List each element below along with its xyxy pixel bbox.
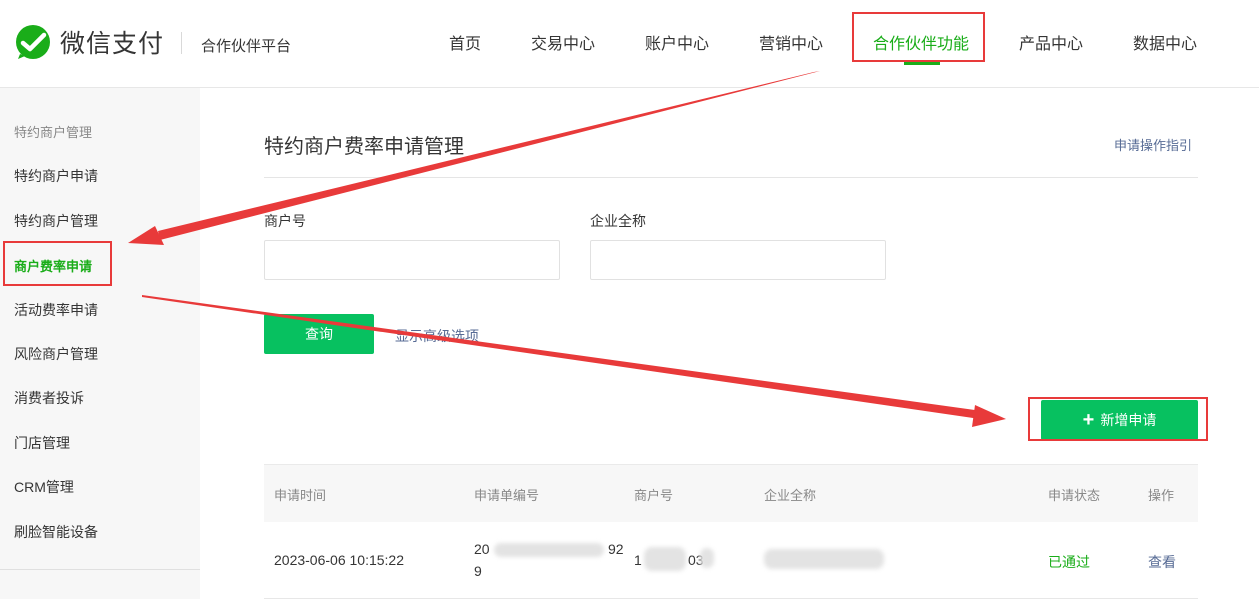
company-name-label: 企业全称 xyxy=(590,213,646,229)
brand-name: 微信支付 xyxy=(60,30,165,58)
redacted-merchant-id xyxy=(644,547,686,571)
arrow-to-sidebar xyxy=(158,71,820,240)
nav-home[interactable]: 首页 xyxy=(449,30,481,54)
advanced-options-link[interactable]: 显示高级选项 xyxy=(395,326,479,346)
sidebar-item-merchant-apply[interactable]: 特约商户申请 xyxy=(14,166,98,186)
highlight-fee-rate-apply xyxy=(3,241,112,286)
page-title: 特约商户费率申请管理 xyxy=(264,136,464,158)
col-order-no: 申请单编号 xyxy=(474,488,540,503)
redacted-company-name xyxy=(764,549,884,569)
sidebar-item-consumer-complaint[interactable]: 消费者投诉 xyxy=(14,388,84,408)
wechat-pay-logo[interactable]: 微信支付 xyxy=(14,24,164,60)
view-link[interactable]: 查看 xyxy=(1148,552,1176,572)
col-apply-time: 申请时间 xyxy=(274,488,327,503)
redacted-merchant-id-tail xyxy=(700,548,714,568)
row-apply-time: 2023-06-06 10:15:22 xyxy=(274,552,404,568)
sidebar: 特约商户管理 特约商户申请 特约商户管理 商户费率申请 活动费率申请 风险商户管… xyxy=(0,88,200,599)
company-name-input[interactable] xyxy=(590,240,886,280)
top-header: 微信支付 合作伙伴平台 首页 交易中心 账户中心 营销中心 合作伙伴功能 产品中… xyxy=(0,0,1259,88)
nav-active-indicator xyxy=(904,62,940,65)
highlight-partner-functions xyxy=(852,12,985,62)
sidebar-item-crm[interactable]: CRM管理 xyxy=(14,477,74,497)
nav-product-center[interactable]: 产品中心 xyxy=(1019,30,1083,54)
merchant-id-input[interactable] xyxy=(264,240,560,280)
highlight-new-application xyxy=(1028,397,1208,441)
arrow-to-new-button-head xyxy=(972,405,1006,427)
query-button[interactable]: 查询 xyxy=(264,314,374,354)
nav-data-center[interactable]: 数据中心 xyxy=(1133,30,1197,54)
nav-account-center[interactable]: 账户中心 xyxy=(645,30,709,54)
sidebar-item-face-device[interactable]: 刷脸智能设备 xyxy=(14,522,98,542)
title-divider xyxy=(264,177,1198,178)
sidebar-group-title: 特约商户管理 xyxy=(14,125,93,140)
sidebar-item-activity-fee-apply[interactable]: 活动费率申请 xyxy=(14,300,98,320)
col-company-name: 企业全称 xyxy=(764,488,817,503)
col-merchant-id: 商户号 xyxy=(634,488,674,503)
sidebar-divider xyxy=(0,569,200,570)
wechat-pay-check-icon xyxy=(16,25,50,59)
guide-link[interactable]: 申请操作指引 xyxy=(1114,135,1192,154)
merchant-id-label: 商户号 xyxy=(264,213,306,229)
row-merchant-id-start: 1 xyxy=(634,552,642,568)
logo-divider xyxy=(181,32,182,54)
col-action: 操作 xyxy=(1148,488,1175,503)
row-order-no-end: 92 xyxy=(608,541,624,557)
sidebar-item-merchant-manage[interactable]: 特约商户管理 xyxy=(14,211,98,231)
status-badge: 已通过 xyxy=(1048,554,1090,570)
row-order-no-wrap: 9 xyxy=(474,563,482,579)
platform-name: 合作伙伴平台 xyxy=(201,38,292,55)
page: 微信支付 合作伙伴平台 首页 交易中心 账户中心 营销中心 合作伙伴功能 产品中… xyxy=(0,0,1259,599)
nav-trade-center[interactable]: 交易中心 xyxy=(531,30,595,54)
nav-marketing-center[interactable]: 营销中心 xyxy=(759,30,823,54)
sidebar-item-risk-merchant[interactable]: 风险商户管理 xyxy=(14,344,98,364)
sidebar-item-store-manage[interactable]: 门店管理 xyxy=(14,433,70,453)
row-order-no-start: 20 xyxy=(474,541,490,557)
redacted-order-no xyxy=(494,543,604,557)
col-status: 申请状态 xyxy=(1048,488,1101,503)
